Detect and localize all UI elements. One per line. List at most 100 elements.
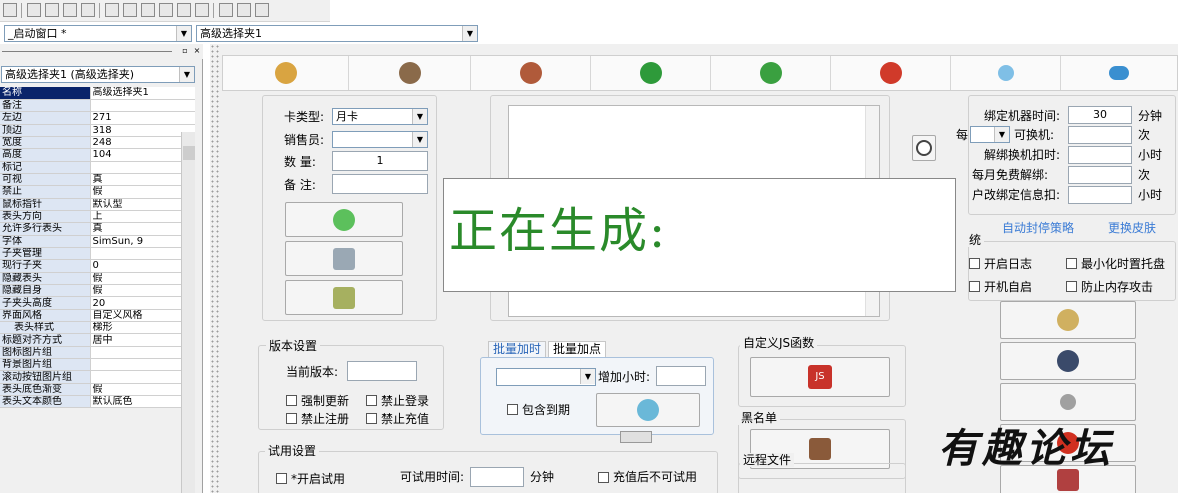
users-button[interactable]: [349, 56, 471, 90]
property-value[interactable]: [89, 358, 195, 372]
property-row[interactable]: 表头样式 梯形: [0, 321, 195, 335]
no-register-checkbox[interactable]: [286, 413, 297, 424]
property-value[interactable]: 318: [89, 124, 195, 137]
property-value[interactable]: 271: [89, 111, 195, 125]
user-delete-button[interactable]: [831, 56, 951, 90]
tab-batch-points[interactable]: 批量加点: [548, 341, 607, 357]
swap-input[interactable]: [1068, 126, 1132, 144]
property-row[interactable]: 界面风格 自定义风格: [0, 309, 195, 323]
group-button[interactable]: [471, 56, 591, 90]
settings-button[interactable]: [1000, 383, 1136, 421]
property-value[interactable]: 真: [89, 222, 195, 236]
property-row[interactable]: 高度 104: [0, 148, 195, 162]
confirm-button[interactable]: [285, 202, 403, 237]
user-change-input[interactable]: [1068, 186, 1132, 204]
property-value[interactable]: 假: [89, 383, 195, 397]
align-left-icon[interactable]: [27, 3, 41, 17]
property-row[interactable]: 子夹管理: [0, 247, 195, 261]
property-value[interactable]: 上: [89, 210, 195, 224]
resize-handle[interactable]: [620, 431, 652, 443]
message-button[interactable]: [1061, 56, 1177, 90]
property-value[interactable]: 真: [89, 173, 195, 187]
property-scrollbar[interactable]: [181, 132, 195, 493]
align-top-icon[interactable]: [63, 3, 77, 17]
js-button[interactable]: JS: [750, 357, 890, 397]
anti-mem-checkbox[interactable]: [1066, 281, 1077, 292]
align-right-icon[interactable]: [45, 3, 59, 17]
property-row[interactable]: 图标图片组: [0, 346, 195, 360]
property-value[interactable]: 默认底色: [89, 395, 195, 409]
property-row[interactable]: 禁止假: [0, 185, 195, 199]
property-value[interactable]: 假: [89, 185, 195, 199]
unbind-deduct-input[interactable]: [1068, 146, 1132, 164]
property-row[interactable]: 隐藏自身假: [0, 284, 195, 298]
chevron-down-icon[interactable]: ▼: [994, 127, 1009, 142]
include-expired-checkbox[interactable]: [507, 404, 518, 415]
current-version-input[interactable]: [347, 361, 417, 381]
trial-time-input[interactable]: [470, 467, 524, 487]
center-vertical-icon[interactable]: [123, 3, 137, 17]
property-row[interactable]: 允许多行表头真: [0, 222, 195, 236]
same-height-icon[interactable]: [159, 3, 173, 17]
chevron-down-icon[interactable]: ▼: [462, 26, 477, 41]
log-checkbox[interactable]: [969, 258, 980, 269]
align-bottom-icon[interactable]: [81, 3, 95, 17]
control-combo[interactable]: 高级选择夹1 ▼: [196, 25, 478, 42]
center-horizontal-icon[interactable]: [105, 3, 119, 17]
qty-input[interactable]: 1: [332, 151, 428, 171]
note-input[interactable]: [332, 174, 428, 194]
force-update-checkbox[interactable]: [286, 395, 297, 406]
chevron-down-icon[interactable]: ▼: [412, 109, 427, 124]
lock-icon[interactable]: [237, 3, 251, 17]
property-value[interactable]: [89, 346, 195, 360]
property-value[interactable]: [89, 161, 195, 174]
property-value[interactable]: 0: [89, 259, 195, 273]
property-row[interactable]: 滚动按钮图片组: [0, 370, 195, 384]
batch-run-button[interactable]: [596, 393, 700, 427]
property-row[interactable]: 背景图片组: [0, 358, 195, 372]
property-value[interactable]: 20: [89, 296, 195, 310]
tab-order-icon[interactable]: [255, 3, 269, 17]
same-width-icon[interactable]: [141, 3, 155, 17]
property-row[interactable]: 名称 高级选择夹1: [0, 87, 195, 100]
v-spacing-icon[interactable]: [195, 3, 209, 17]
no-after-recharge-checkbox[interactable]: [598, 472, 609, 483]
property-value[interactable]: 假: [89, 272, 195, 286]
property-value[interactable]: SimSun, 9: [89, 235, 195, 248]
property-row[interactable]: 隐藏表头假: [0, 272, 195, 286]
property-row[interactable]: 现行子夹 0: [0, 259, 195, 273]
chevron-down-icon[interactable]: ▼: [176, 26, 191, 41]
money-bag-button[interactable]: [1000, 301, 1136, 339]
grid-icon[interactable]: [219, 3, 233, 17]
bind-time-input[interactable]: 30: [1068, 106, 1132, 124]
property-value[interactable]: 高级选择夹1: [89, 87, 195, 100]
property-value[interactable]: 自定义风格: [89, 309, 195, 323]
chevron-down-icon[interactable]: ▼: [580, 369, 595, 384]
user-check-button[interactable]: [591, 56, 711, 90]
property-value[interactable]: [89, 99, 195, 113]
seller-combo[interactable]: ▼: [332, 131, 428, 148]
restore-icon[interactable]: ▫: [180, 46, 190, 56]
card-type-combo[interactable]: 月卡 ▼: [332, 108, 428, 125]
tab-batch-hours[interactable]: 批量加时: [488, 341, 547, 357]
property-row[interactable]: 字体 SimSun, 9: [0, 235, 195, 248]
monthly-free-input[interactable]: [1068, 166, 1132, 184]
property-value[interactable]: 104: [89, 148, 195, 162]
enable-trial-checkbox[interactable]: [276, 473, 287, 484]
no-recharge-checkbox[interactable]: [366, 413, 377, 424]
property-row[interactable]: 可视真: [0, 173, 195, 187]
user-key-button[interactable]: [223, 56, 349, 90]
property-row[interactable]: 表头文本颜色 默认底色: [0, 395, 195, 409]
skin-link[interactable]: 更换皮肤: [1108, 219, 1156, 236]
autostart-checkbox[interactable]: [969, 281, 980, 292]
property-row[interactable]: 鼠标指针 默认型: [0, 198, 195, 211]
chevron-down-icon[interactable]: ▼: [412, 132, 427, 147]
object-combo[interactable]: 高级选择夹1 (高级选择夹) ▼: [1, 66, 195, 83]
property-value[interactable]: 默认型: [89, 198, 195, 211]
property-value[interactable]: 假: [89, 284, 195, 298]
add-hours-input[interactable]: [656, 366, 706, 386]
property-row[interactable]: 表头方向上: [0, 210, 195, 224]
h-spacing-icon[interactable]: [177, 3, 191, 17]
generate-button[interactable]: [285, 280, 403, 315]
property-row[interactable]: 宽度 248: [0, 136, 195, 150]
